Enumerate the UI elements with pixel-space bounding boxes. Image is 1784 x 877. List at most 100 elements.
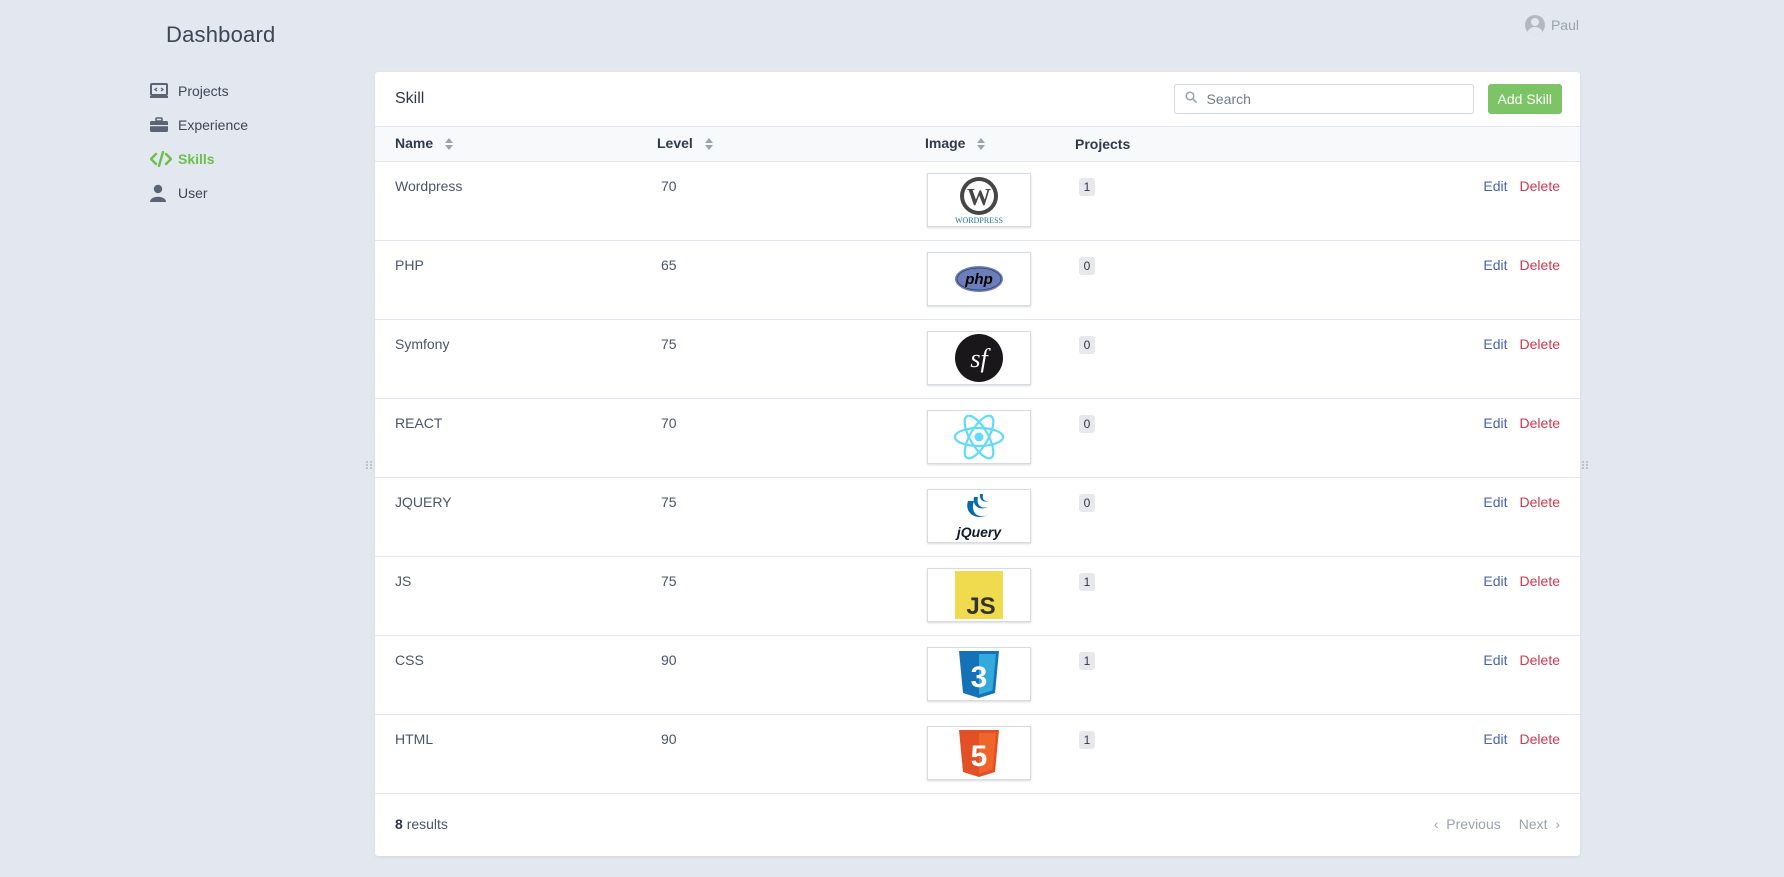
skill-level: 70 <box>661 415 677 431</box>
projects-count-badge: 0 <box>1079 494 1095 512</box>
column-header-level[interactable]: Level <box>657 127 925 162</box>
edit-link[interactable]: Edit <box>1483 494 1507 510</box>
sort-icon <box>977 137 986 153</box>
svg-text:3: 3 <box>971 661 988 694</box>
delete-link[interactable]: Delete <box>1520 257 1560 273</box>
skill-name: CSS <box>395 652 424 668</box>
user-menu[interactable]: Paul <box>1524 15 1579 35</box>
projects-count-badge: 0 <box>1079 415 1095 433</box>
search-box[interactable] <box>1173 84 1474 114</box>
edit-link[interactable]: Edit <box>1483 257 1507 273</box>
edit-link[interactable]: Edit <box>1483 731 1507 747</box>
sidebar-item-skills[interactable]: Skills <box>150 142 350 176</box>
svg-text:JS: JS <box>966 593 995 619</box>
delete-link[interactable]: Delete <box>1520 415 1560 431</box>
skill-image: php <box>927 252 1031 306</box>
user-avatar-icon <box>1524 15 1545 35</box>
delete-link[interactable]: Delete <box>1520 178 1560 194</box>
search-icon <box>1184 90 1197 108</box>
results-label: results <box>406 816 448 832</box>
skill-level: 75 <box>661 494 677 510</box>
next-button[interactable]: Next › <box>1519 816 1560 832</box>
table-row: Symfony 75 sf 0 Edit Delete <box>375 319 1580 399</box>
skills-table: Name Level Image Projects Wordpress 70 W… <box>375 127 1580 794</box>
skill-image: JS <box>927 568 1031 622</box>
sidebar-item-label: User <box>178 185 208 201</box>
skill-name: JS <box>395 573 412 589</box>
projects-count-badge: 1 <box>1079 652 1095 670</box>
projects-count-badge: 0 <box>1079 257 1095 275</box>
sidebar-item-projects[interactable]: Projects <box>150 74 350 108</box>
search-input[interactable] <box>1204 90 1463 108</box>
skill-name: Symfony <box>395 336 450 352</box>
skill-name: HTML <box>395 731 434 747</box>
results-number: 8 <box>395 816 403 832</box>
page-title: Skill <box>395 90 425 107</box>
sidebar: Projects Experience Skills User <box>150 74 350 210</box>
skill-level: 90 <box>661 731 677 747</box>
svg-text:W: W <box>967 185 991 211</box>
sort-icon <box>704 137 713 153</box>
svg-text:5: 5 <box>971 740 988 773</box>
projects-count-badge: 1 <box>1079 573 1095 591</box>
skill-name: PHP <box>395 257 424 273</box>
edit-link[interactable]: Edit <box>1483 178 1507 194</box>
previous-button[interactable]: ‹ Previous <box>1434 816 1501 832</box>
skill-level: 65 <box>661 257 677 273</box>
column-header-image[interactable]: Image <box>925 127 1075 162</box>
skill-name: REACT <box>395 415 443 431</box>
table-row: PHP 65 php 0 Edit Delete <box>375 240 1580 320</box>
skill-level: 75 <box>661 336 677 352</box>
svg-text:WORDPRESS: WORDPRESS <box>955 216 1003 225</box>
edit-link[interactable]: Edit <box>1483 415 1507 431</box>
code-icon <box>150 151 178 167</box>
skills-card: Skill Add Skill Name Level Image <box>375 72 1580 856</box>
delete-link[interactable]: Delete <box>1520 336 1560 352</box>
user-name: Paul <box>1550 17 1579 33</box>
edit-link[interactable]: Edit <box>1483 336 1507 352</box>
jquery-logo-icon: jQuery <box>955 494 1002 540</box>
delete-link[interactable]: Delete <box>1520 731 1560 747</box>
laptop-icon <box>150 83 178 99</box>
edit-link[interactable]: Edit <box>1483 652 1507 668</box>
skill-name: Wordpress <box>395 178 463 194</box>
table-header-row: Name Level Image Projects <box>375 127 1580 162</box>
table-row: REACT 70 0 Edit Delete <box>375 398 1580 478</box>
resize-handle-left[interactable] <box>365 457 373 469</box>
delete-link[interactable]: Delete <box>1520 573 1560 589</box>
skill-level: 70 <box>661 178 677 194</box>
pagination: ‹ Previous Next › <box>1434 816 1560 832</box>
delete-link[interactable]: Delete <box>1520 494 1560 510</box>
resize-handle-right[interactable] <box>1581 457 1589 469</box>
php-logo-icon: php <box>955 266 1003 292</box>
table-row: HTML 90 5 1 Edit Delete <box>375 714 1580 794</box>
chevron-left-icon: ‹ <box>1433 816 1439 832</box>
symfony-logo-icon: sf <box>955 334 1003 382</box>
card-header: Skill Add Skill <box>375 72 1580 127</box>
user-icon <box>150 184 178 202</box>
skill-image: sf <box>927 331 1031 385</box>
add-skill-button[interactable]: Add Skill <box>1487 84 1562 114</box>
css3-logo-icon: 3 <box>959 651 999 698</box>
skill-image: W WORDPRESS <box>927 173 1031 227</box>
skill-image <box>927 410 1031 464</box>
edit-link[interactable]: Edit <box>1483 573 1507 589</box>
sort-icon <box>445 137 454 153</box>
skill-image: 5 <box>927 726 1031 780</box>
skill-image: jQuery <box>927 489 1031 543</box>
table-footer: 8 results ‹ Previous Next › <box>375 794 1580 854</box>
skill-level: 75 <box>661 573 677 589</box>
projects-count-badge: 0 <box>1079 336 1095 354</box>
skill-image: 3 <box>927 647 1031 701</box>
table-row: CSS 90 3 1 Edit Delete <box>375 635 1580 715</box>
column-header-name[interactable]: Name <box>375 127 657 162</box>
skill-level: 90 <box>661 652 677 668</box>
svg-text:php: php <box>964 271 993 288</box>
sidebar-item-label: Projects <box>178 83 229 99</box>
delete-link[interactable]: Delete <box>1520 652 1560 668</box>
projects-count-badge: 1 <box>1079 731 1095 749</box>
sidebar-item-experience[interactable]: Experience <box>150 108 350 142</box>
app-title: Dashboard <box>166 22 276 47</box>
sidebar-item-user[interactable]: User <box>150 176 350 210</box>
projects-count-badge: 1 <box>1079 178 1095 196</box>
